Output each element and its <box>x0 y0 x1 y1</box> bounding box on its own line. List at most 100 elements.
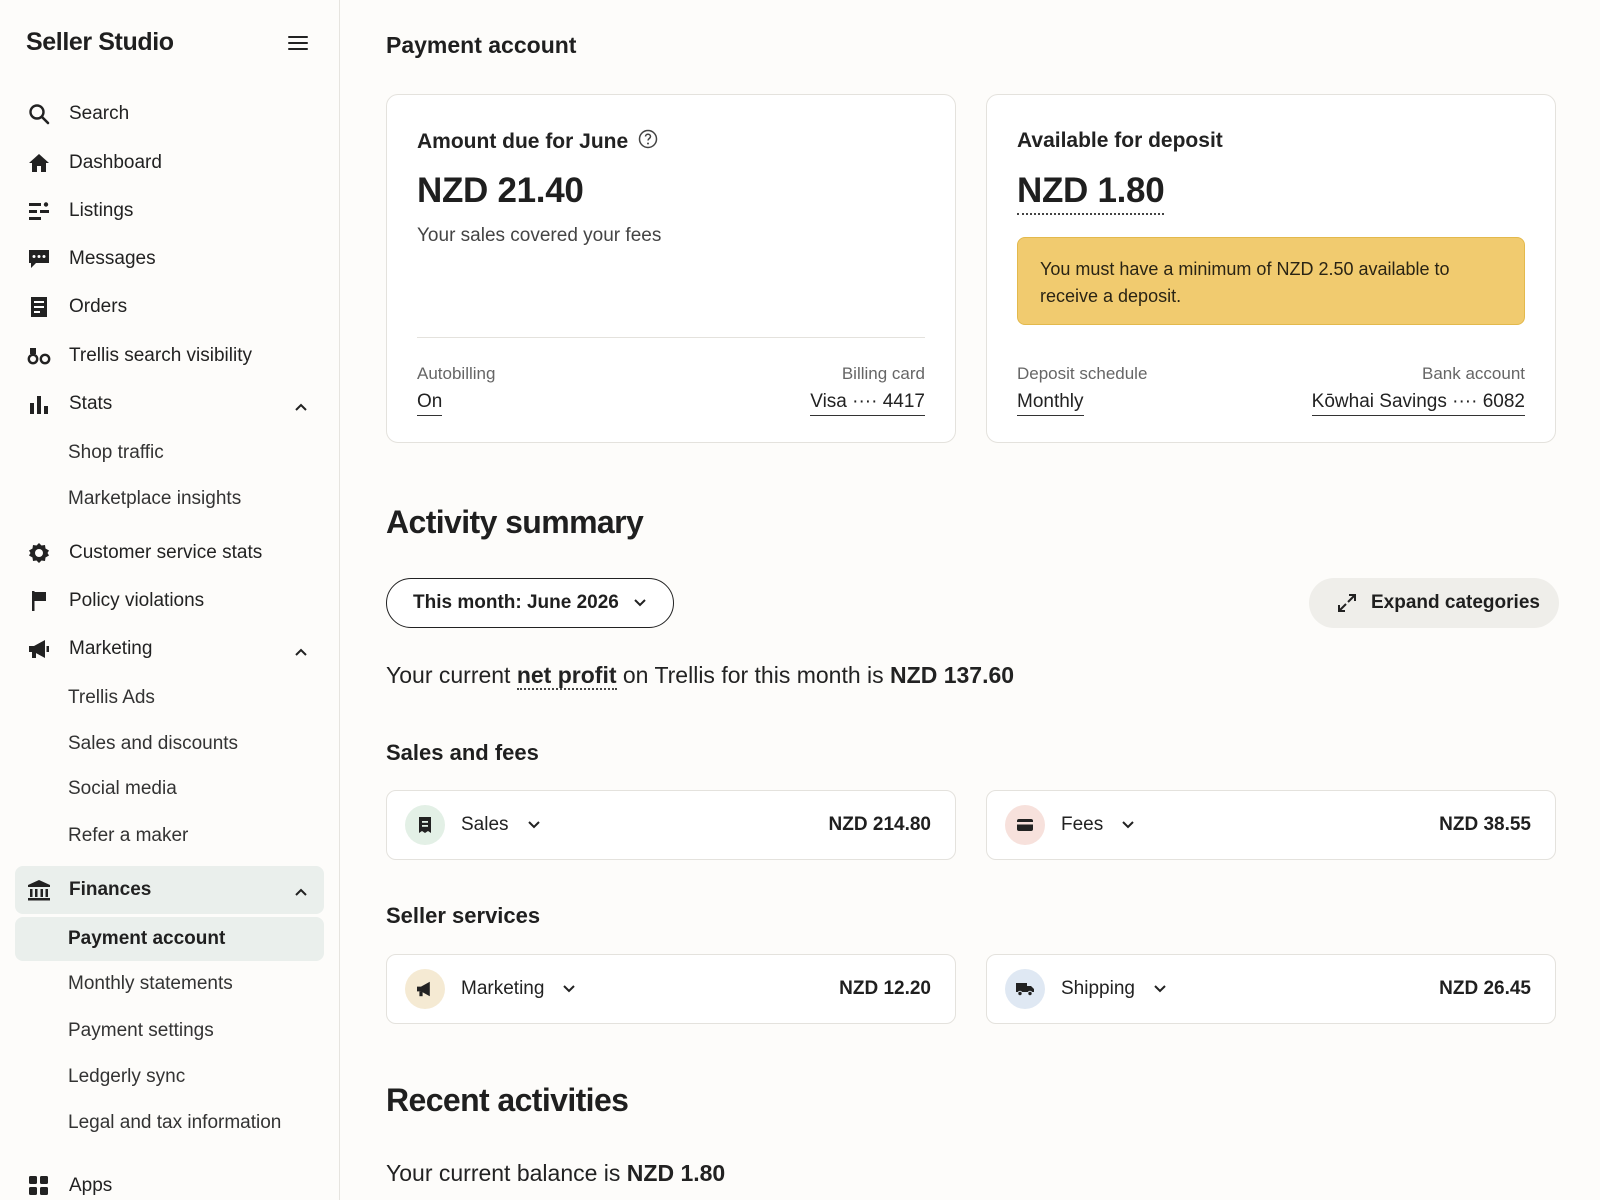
autobilling-label: Autobilling <box>417 364 496 383</box>
sidebar-item-finances[interactable]: Finances <box>15 866 324 914</box>
sidebar-subitem-payment-settings[interactable]: Payment settings <box>15 1009 324 1053</box>
sidebar-item-search[interactable]: Search <box>15 91 324 137</box>
recent-activities-title: Recent activities <box>386 1082 629 1118</box>
billing-card-label: Billing card <box>841 364 925 383</box>
sidebar-subitem-trellis-ads[interactable]: Trellis Ads <box>15 676 324 720</box>
sidebar-subitem-payment-account[interactable]: Payment account <box>15 917 324 961</box>
amount-due-subtitle: Your sales covered your fees <box>417 225 662 246</box>
chevron-down-icon <box>633 592 647 614</box>
bank-icon <box>27 878 51 902</box>
sidebar-subitem-refer-maker[interactable]: Refer a maker <box>15 814 324 858</box>
truck-icon <box>1005 969 1045 1009</box>
chevron-up-icon[interactable] <box>294 641 308 663</box>
page-title: Payment account <box>386 32 577 58</box>
sidebar-subitem-social-media[interactable]: Social media <box>15 767 324 811</box>
sidebar-item-orders[interactable]: Orders <box>15 284 324 330</box>
balance-amount: NZD 1.80 <box>626 1160 726 1186</box>
balance-prefix: Your current balance is <box>386 1160 621 1186</box>
megaphone-icon <box>27 637 51 661</box>
sidebar-item-label: Policy violations <box>69 590 205 611</box>
sidebar-item-label: Orders <box>69 296 128 317</box>
gear-badge-icon <box>27 541 51 565</box>
sales-fees-title: Sales and fees <box>386 740 539 765</box>
category-amount: NZD 214.80 <box>828 814 931 835</box>
apps-grid-icon <box>27 1174 51 1198</box>
sidebar-subitem-marketplace-insights[interactable]: Marketplace insights <box>15 477 324 521</box>
activity-summary-title: Activity summary <box>386 504 644 540</box>
seller-services-title: Seller services <box>386 903 541 928</box>
amount-due-value: NZD 21.40 <box>417 171 584 210</box>
sidebar-subitem-monthly-statements[interactable]: Monthly statements <box>15 962 324 1006</box>
help-icon[interactable] <box>638 129 658 155</box>
chevron-up-icon[interactable] <box>294 881 308 903</box>
bank-account-label: Bank account <box>1421 364 1525 383</box>
bank-account-link[interactable]: Kōwhai Savings ···· 6082 <box>1311 391 1525 416</box>
deposit-amount[interactable]: NZD 1.80 <box>1017 171 1165 215</box>
sidebar-item-apps[interactable]: Apps <box>15 1163 324 1200</box>
marketing-category-card[interactable]: Marketing NZD 12.20 <box>386 954 956 1024</box>
net-profit-amount: NZD 137.60 <box>890 662 1015 688</box>
amount-due-label-text: Amount due for June <box>417 130 629 153</box>
deposit-label: Available for deposit <box>1017 129 1223 152</box>
period-select-value: This month: June 2026 <box>413 592 619 613</box>
category-amount: NZD 12.20 <box>839 978 931 999</box>
sales-category-card[interactable]: Sales NZD 214.80 <box>386 790 956 860</box>
category-amount: NZD 38.55 <box>1439 814 1531 835</box>
sidebar-item-marketing[interactable]: Marketing <box>15 626 324 672</box>
chevron-down-icon <box>527 820 541 830</box>
sidebar-item-messages[interactable]: Messages <box>15 236 324 282</box>
visibility-icon <box>27 344 51 368</box>
sidebar-item-listings[interactable]: Listings <box>15 188 324 234</box>
sidebar-subitem-shop-traffic[interactable]: Shop traffic <box>15 431 324 475</box>
chevron-up-icon[interactable] <box>294 396 308 418</box>
deposit-schedule-link[interactable]: Monthly <box>1017 391 1084 416</box>
net-profit-prefix: Your current <box>386 662 511 688</box>
sidebar-subitem-sales-discounts[interactable]: Sales and discounts <box>15 722 324 766</box>
message-icon <box>27 247 51 271</box>
chevron-down-icon <box>1153 984 1167 994</box>
sidebar-item-label: Stats <box>69 393 113 414</box>
category-name: Marketing <box>461 978 545 999</box>
current-balance-line: Your current balance is NZD 1.80 <box>386 1160 725 1187</box>
fees-category-card[interactable]: Fees NZD 38.55 <box>986 790 1556 860</box>
flag-icon <box>27 589 51 613</box>
sidebar-item-label: Apps <box>69 1175 113 1196</box>
sidebar-item-label: Finances <box>69 879 152 900</box>
autobilling-link[interactable]: On <box>417 391 443 416</box>
expand-categories-label: Expand categories <box>1371 592 1540 613</box>
divider <box>417 337 925 338</box>
sidebar-item-label: Marketing <box>69 638 153 659</box>
sidebar-item-label: Trellis search visibility <box>69 345 252 366</box>
sidebar-item-customer-service-stats[interactable]: Customer service stats <box>15 530 324 576</box>
sidebar: Seller Studio Search Dashboard Listings … <box>0 0 340 1200</box>
category-name: Sales <box>461 814 509 835</box>
orders-icon <box>27 295 51 319</box>
listings-icon <box>27 199 51 223</box>
sidebar-item-label: Messages <box>69 248 156 269</box>
amount-due-label: Amount due for June <box>417 129 658 155</box>
expand-categories-button[interactable]: Expand categories <box>1309 578 1559 628</box>
receipt-icon <box>405 805 445 845</box>
net-profit-term[interactable]: net profit <box>516 662 617 690</box>
sidebar-item-dashboard[interactable]: Dashboard <box>15 140 324 186</box>
hamburger-menu-icon[interactable] <box>288 36 308 52</box>
sidebar-item-search-visibility[interactable]: Trellis search visibility <box>15 333 324 379</box>
sidebar-item-label: Dashboard <box>69 152 162 173</box>
net-profit-middle: on Trellis for this month is <box>622 662 884 688</box>
sidebar-subitem-legal-tax[interactable]: Legal and tax information <box>15 1101 324 1145</box>
billing-card-link[interactable]: Visa ···· 4417 <box>810 391 925 416</box>
sidebar-item-policy-violations[interactable]: Policy violations <box>15 578 324 624</box>
category-name: Shipping <box>1061 978 1135 999</box>
card-icon <box>1005 805 1045 845</box>
sidebar-subitem-ledgerly-sync[interactable]: Ledgerly sync <box>15 1055 324 1099</box>
sidebar-item-stats[interactable]: Stats <box>15 381 324 427</box>
shipping-category-card[interactable]: Shipping NZD 26.45 <box>986 954 1556 1024</box>
period-select[interactable]: This month: June 2026 <box>386 578 674 628</box>
deposit-card: Available for deposit NZD 1.80 You must … <box>986 94 1556 443</box>
category-amount: NZD 26.45 <box>1439 978 1531 999</box>
net-profit-line: Your current net profit on Trellis for t… <box>386 662 1015 690</box>
sidebar-item-label: Search <box>69 103 130 124</box>
search-icon <box>27 102 51 126</box>
amount-due-card: Amount due for June NZD 21.40 Your sales… <box>386 94 956 443</box>
chevron-down-icon <box>1121 820 1135 830</box>
